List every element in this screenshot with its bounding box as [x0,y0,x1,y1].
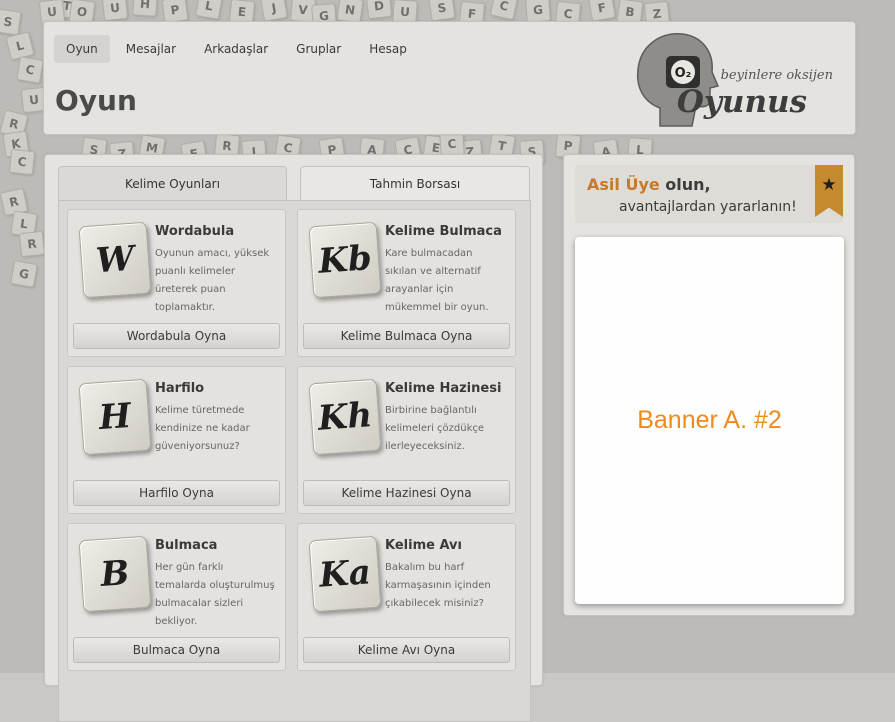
background-letter-tile: G [10,260,38,288]
nav-item-oyun[interactable]: Oyun [54,35,110,63]
game-title: Harfilo [155,381,205,396]
background-letter-tile: S [428,0,456,22]
star-icon: ★ [821,175,837,195]
game-title: Bulmaca [155,538,218,553]
game-card-wordabula: W Wordabula Oyunun amacı, yüksek puanlı … [67,209,286,357]
game-title: Kelime Avı [385,538,462,553]
tab-tahmin-borsasi[interactable]: Tahmin Borsası [300,166,530,201]
play-wordabula-button[interactable]: Wordabula Oyna [73,323,280,349]
logo-tagline: beyinlere oksijen [720,68,833,83]
game-card-kelime-hazinesi: Kh Kelime Hazinesi Birbirine bağlantılı … [297,366,516,514]
page-title: Oyun [55,84,137,117]
background-letter-tile: F [588,0,616,22]
ribbon-badge: ★ [815,165,843,217]
svg-text:O₂: O₂ [675,66,692,81]
game-description: Oyunun amacı, yüksek puanlı kelimeler ür… [155,248,270,313]
game-description: Kare bulmacadan sıkılan ve alternatif ar… [385,248,489,313]
background-letter-tile: G [525,0,551,23]
background-letter-tile: J [260,0,288,22]
game-tile-icon[interactable]: H [78,378,152,456]
nav-item-gruplar[interactable]: Gruplar [284,35,353,63]
game-tile-icon[interactable]: Kh [308,378,382,456]
background-letter-tile: R [18,230,46,258]
background-letter-tile: U [101,0,129,22]
background-letter-tile: L [195,0,223,20]
background-letter-tile: C [439,131,465,157]
background-letter-tile: C [8,148,36,176]
game-description: Bakalım bu harf karmaşasının içinden çık… [385,562,491,609]
background-letter-tile: D [365,0,393,20]
header-panel: Oyun Mesajlar Arkadaşlar Gruplar Hesap O… [43,21,856,135]
game-title: Kelime Bulmaca [385,224,502,239]
game-tile-icon[interactable]: Kb [308,221,382,299]
promo-headline: Asil Üye olun, [587,175,711,194]
sidebar-panel: Asil Üye olun, avantajlardan yararlanın!… [563,154,855,616]
main-nav: Oyun Mesajlar Arkadaşlar Gruplar Hesap [54,35,419,63]
game-description: Birbirine bağlantılı kelimeleri çözdükçe… [385,405,485,452]
play-kelime-hazinesi-button[interactable]: Kelime Hazinesi Oyna [303,480,510,506]
background-letter-tile: S [0,8,22,36]
game-tile-icon[interactable]: W [78,221,152,299]
background-letter-tile: H [132,0,158,17]
play-bulmaca-button[interactable]: Bulmaca Oyna [73,637,280,663]
ad-banner[interactable]: Banner A. #2 [575,237,844,604]
game-card-bulmaca: B Bulmaca Her gün farklı temalarda oluşt… [67,523,286,671]
play-kelime-bulmaca-button[interactable]: Kelime Bulmaca Oyna [303,323,510,349]
nav-item-mesajlar[interactable]: Mesajlar [114,35,188,63]
background-letter-tile: C [16,56,44,84]
games-panel: Kelime Oyunları Tahmin Borsası W Wordabu… [44,154,543,722]
play-kelime-avi-button[interactable]: Kelime Avı Oyna [303,637,510,663]
promo-subline: avantajlardan yararlanın! [619,199,797,215]
game-card-kelime-bulmaca: Kb Kelime Bulmaca Kare bulmacadan sıkıla… [297,209,516,357]
game-description: Kelime türetmede kendinize ne kadar güve… [155,405,250,452]
game-card-harfilo: H Harfilo Kelime türetmede kendinize ne … [67,366,286,514]
game-tile-icon[interactable]: B [78,535,152,613]
tab-content: W Wordabula Oyunun amacı, yüksek puanlı … [58,200,531,722]
promo-accent: Asil Üye [587,175,660,194]
nav-item-hesap[interactable]: Hesap [357,35,419,63]
tab-kelime-oyunlari[interactable]: Kelime Oyunları [58,166,287,201]
game-description: Her gün farklı temalarda oluşturulmuş bu… [155,562,275,627]
game-tile-icon[interactable]: Ka [308,535,382,613]
game-title: Kelime Hazinesi [385,381,502,396]
logo-wordmark: Oyunus [676,84,807,120]
background-letter-tile: C [489,0,519,21]
promo-headline-rest: olun, [659,175,711,194]
site-logo[interactable]: O₂ beyinlere oksijen Oyunus [630,26,845,130]
premium-membership-promo[interactable]: Asil Üye olun, avantajlardan yararlanın!… [575,165,843,223]
play-harfilo-button[interactable]: Harfilo Oyna [73,480,280,506]
game-title: Wordabula [155,224,235,239]
nav-item-arkadaslar[interactable]: Arkadaşlar [192,35,280,63]
game-card-kelime-avi: Ka Kelime Avı Bakalım bu harf karmaşasın… [297,523,516,671]
